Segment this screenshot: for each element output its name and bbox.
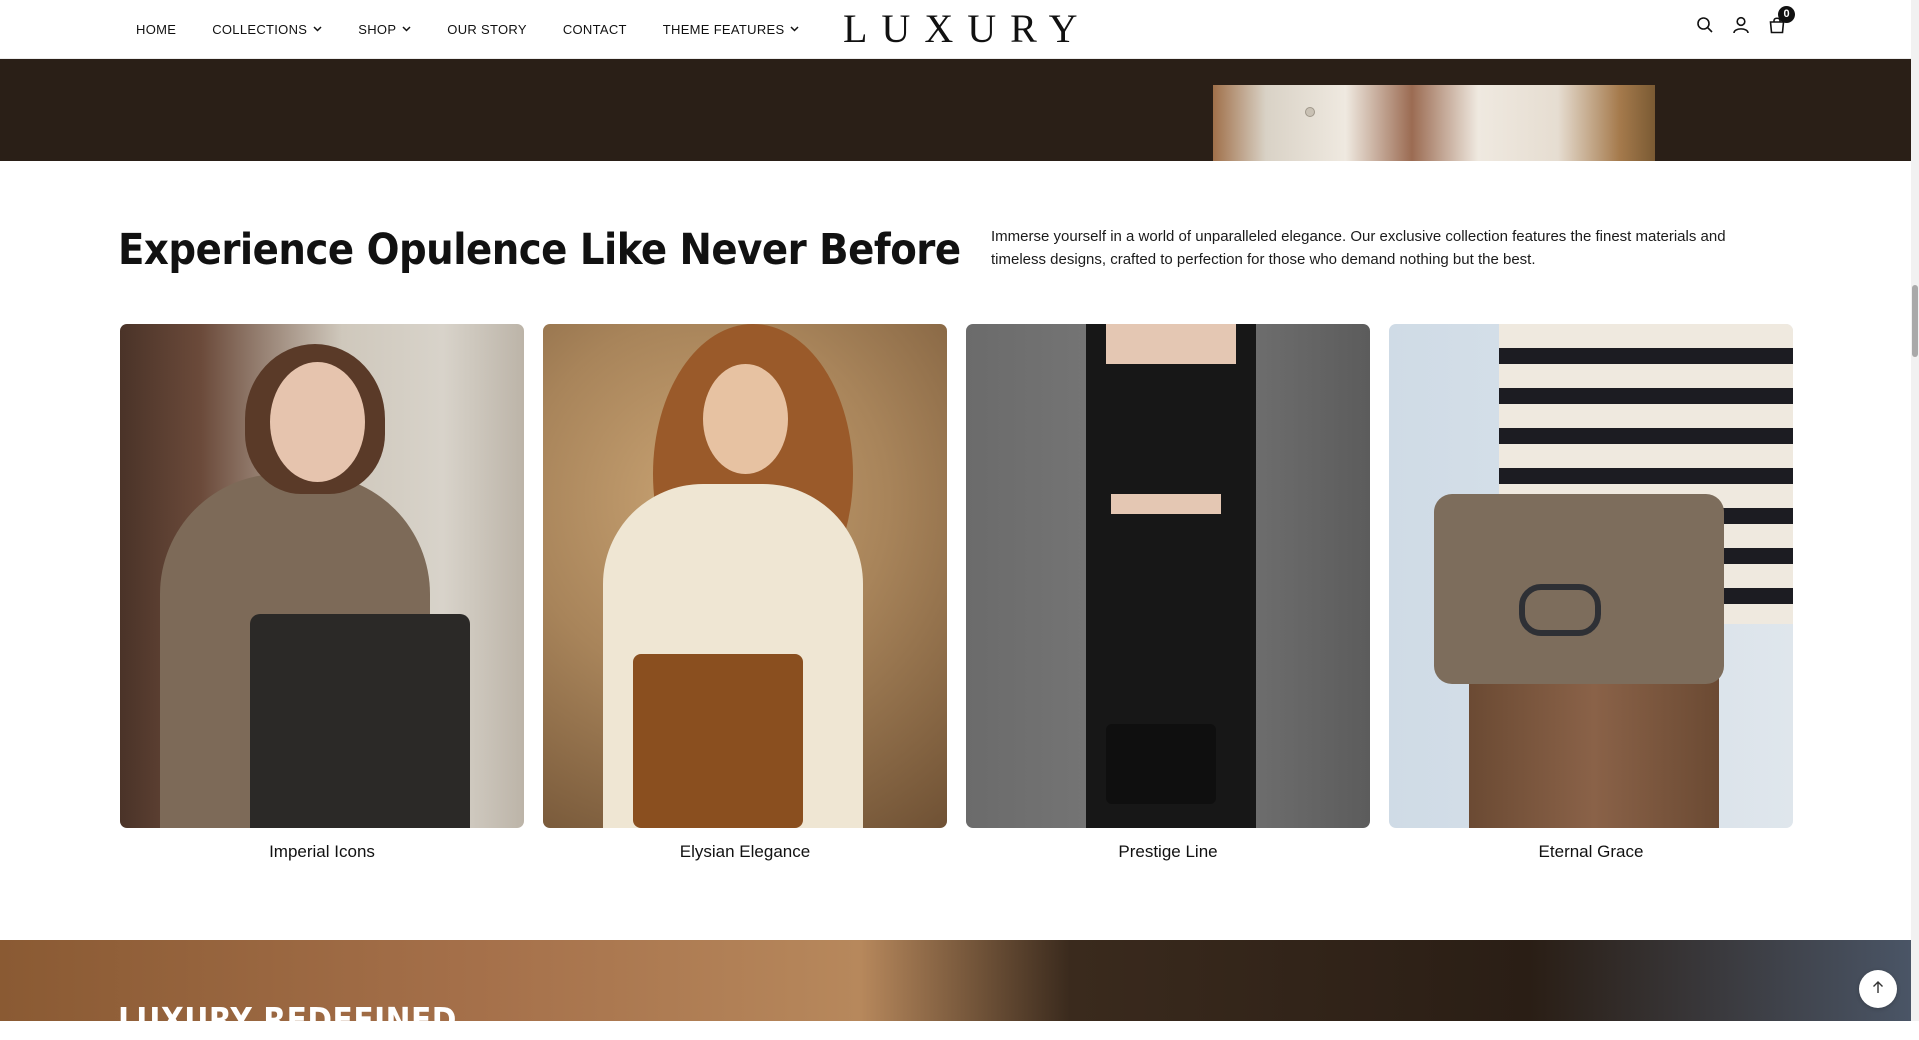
nav-item-label: CONTACT — [562, 21, 627, 37]
hero-image — [1213, 85, 1655, 161]
collection-card-imperial-icons[interactable]: Imperial Icons — [120, 324, 524, 862]
collection-label[interactable]: Eternal Grace — [1389, 842, 1793, 862]
search-icon[interactable] — [1696, 16, 1714, 34]
section-description: Immerse yourself in a world of unparalle… — [991, 228, 1726, 268]
handbag-shape — [1106, 724, 1216, 804]
next-section-title: LUXURY REDEFINED — [118, 1000, 457, 1039]
satchel-bag-shape — [633, 654, 803, 828]
collection-image[interactable] — [966, 324, 1370, 828]
nav-item-home[interactable]: HOME — [136, 22, 176, 37]
chevron-down-icon — [313, 26, 322, 32]
midriff-shape — [1111, 494, 1221, 514]
collection-image[interactable] — [1389, 324, 1793, 828]
header-icons: 0 — [1696, 6, 1795, 34]
collection-label[interactable]: Imperial Icons — [120, 842, 524, 862]
nav-item-our-story[interactable]: OUR STORY — [447, 22, 527, 37]
coat-button-detail — [1305, 107, 1315, 117]
nav-item-shop[interactable]: SHOP — [358, 22, 411, 37]
nav-item-label: HOME — [136, 21, 177, 37]
nav-item-label: SHOP — [358, 21, 397, 37]
legs-shape — [1469, 664, 1719, 828]
section-title: Experience Opulence Like Never Before — [118, 225, 961, 275]
chevron-down-icon — [790, 26, 800, 32]
collection-image[interactable] — [543, 324, 947, 828]
shoulders-shape — [1106, 324, 1236, 364]
site-header: HOME COLLECTIONS SHOP OUR STORY CONTACT … — [0, 0, 1911, 59]
bag-icon[interactable]: 0 — [1768, 6, 1795, 34]
collection-card-prestige-line[interactable]: Prestige Line — [966, 324, 1370, 862]
cart-count-badge: 0 — [1778, 6, 1795, 23]
nav-item-collections[interactable]: COLLECTIONS — [212, 22, 322, 37]
tote-bag-shape — [250, 614, 470, 828]
main-nav: HOME COLLECTIONS SHOP OUR STORY CONTACT … — [136, 0, 835, 58]
scrollbar-thumb[interactable] — [1912, 285, 1918, 357]
arrow-up-icon — [1871, 980, 1885, 999]
collection-label[interactable]: Elysian Elegance — [543, 842, 947, 862]
collection-label[interactable]: Prestige Line — [966, 842, 1370, 862]
nav-item-label: COLLECTIONS — [212, 21, 308, 37]
face-shape — [270, 362, 365, 482]
nav-item-label: OUR STORY — [447, 21, 527, 37]
bag-clasp-shape — [1519, 584, 1601, 636]
nav-item-theme-features[interactable]: THEME FEATURES — [663, 22, 800, 37]
face-shape — [703, 364, 788, 474]
collection-image[interactable] — [120, 324, 524, 828]
brand-logo[interactable]: LUXURY — [843, 6, 1077, 52]
page-scrollbar[interactable] — [1911, 0, 1919, 1021]
nav-item-label: THEME FEATURES — [662, 21, 785, 37]
user-icon[interactable] — [1732, 16, 1750, 34]
collection-card-eternal-grace[interactable]: Eternal Grace — [1389, 324, 1793, 862]
nav-item-contact[interactable]: CONTACT — [563, 22, 627, 37]
collection-card-elysian-elegance[interactable]: Elysian Elegance — [543, 324, 947, 862]
chevron-down-icon — [402, 26, 411, 32]
back-to-top-button[interactable] — [1859, 970, 1897, 1008]
